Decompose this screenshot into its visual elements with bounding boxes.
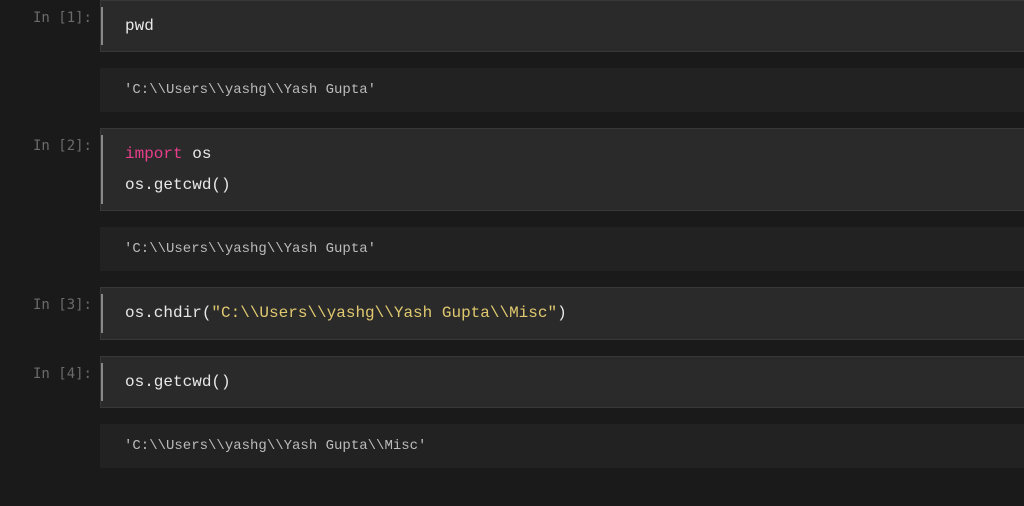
code-line: import os os.getcwd() (125, 139, 1010, 200)
code-line: pwd (125, 11, 1010, 41)
output-area: 'C:\\Users\\yashg\\Yash Gupta\\Misc' (100, 424, 1024, 468)
output-cell: 'C:\\Users\\yashg\\Yash Gupta\\Misc' (0, 424, 1024, 468)
notebook: In [1]: pwd 'C:\\Users\\yashg\\Yash Gupt… (0, 0, 1024, 468)
input-prompt: In [4]: (0, 356, 100, 382)
code-area[interactable]: os.getcwd() (100, 356, 1024, 408)
code-area[interactable]: os.chdir("C:\\Users\\yashg\\Yash Gupta\\… (100, 287, 1024, 339)
output-area: 'C:\\Users\\yashg\\Yash Gupta' (100, 227, 1024, 271)
code-cell[interactable]: In [1]: pwd (0, 0, 1024, 52)
input-prompt: In [3]: (0, 287, 100, 313)
code-area[interactable]: pwd (100, 0, 1024, 52)
string-token: "C:\\Users\\yashg\\Yash Gupta\\Misc" (211, 304, 557, 322)
input-prompt: In [2]: (0, 128, 100, 154)
output-prompt (0, 227, 100, 241)
code-area[interactable]: import os os.getcwd() (100, 128, 1024, 211)
code-text: ) (557, 304, 567, 322)
output-cell: 'C:\\Users\\yashg\\Yash Gupta' (0, 68, 1024, 112)
output-area: 'C:\\Users\\yashg\\Yash Gupta' (100, 68, 1024, 112)
output-text: 'C:\\Users\\yashg\\Yash Gupta\\Misc' (124, 438, 426, 454)
code-text: os.getcwd() (125, 176, 231, 194)
code-cell[interactable]: In [4]: os.getcwd() (0, 356, 1024, 408)
module-token: os (192, 145, 211, 163)
output-text: 'C:\\Users\\yashg\\Yash Gupta' (124, 241, 376, 257)
code-text: os.chdir( (125, 304, 211, 322)
code-cell[interactable]: In [3]: os.chdir("C:\\Users\\yashg\\Yash… (0, 287, 1024, 339)
output-text: 'C:\\Users\\yashg\\Yash Gupta' (124, 82, 376, 98)
output-cell: 'C:\\Users\\yashg\\Yash Gupta' (0, 227, 1024, 271)
code-cell[interactable]: In [2]: import os os.getcwd() (0, 128, 1024, 211)
input-prompt: In [1]: (0, 0, 100, 26)
keyword-token: import (125, 145, 183, 163)
code-line: os.getcwd() (125, 367, 1010, 397)
output-prompt (0, 424, 100, 438)
output-prompt (0, 68, 100, 82)
code-line: os.chdir("C:\\Users\\yashg\\Yash Gupta\\… (125, 298, 1010, 328)
